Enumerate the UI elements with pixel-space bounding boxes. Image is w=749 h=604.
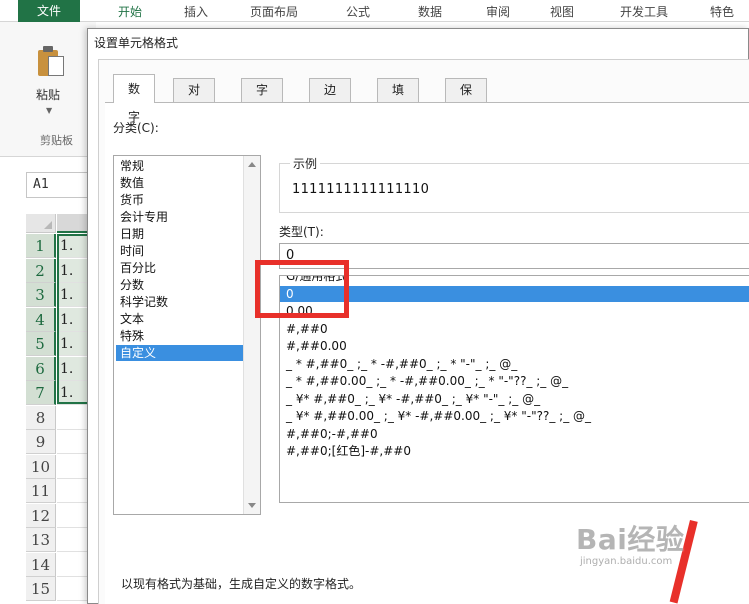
tab-font[interactable]: 字体 — [241, 78, 284, 119]
ribbon-tab-view[interactable]: 视图 — [550, 3, 574, 20]
type-format-item[interactable]: _ ¥* #,##0_ ;_ ¥* -#,##0_ ;_ ¥* "-"_ ;_ … — [280, 391, 749, 407]
ribbon-tab-review[interactable]: 审阅 — [486, 3, 510, 20]
type-input[interactable]: 0 — [279, 243, 749, 269]
ribbon-tab-home[interactable]: 开始 — [118, 3, 142, 20]
ribbon-tab-formulas[interactable]: 公式 — [346, 3, 370, 20]
tab-number[interactable]: 数字 — [113, 74, 156, 124]
watermark: Bai经验 jingyan.baidu.com — [576, 518, 736, 567]
type-label: 类型(T): — [279, 225, 324, 239]
row-header[interactable]: 10 — [26, 454, 56, 479]
row-header[interactable]: 15 — [26, 577, 56, 601]
select-all-corner[interactable] — [26, 214, 56, 233]
type-format-item[interactable]: _ ¥* #,##0.00_ ;_ ¥* -#,##0.00_ ;_ ¥* "-… — [280, 408, 749, 424]
row-header[interactable]: 4 — [26, 307, 56, 332]
category-item[interactable]: 分数 — [116, 277, 243, 293]
category-scrollbar[interactable] — [243, 156, 260, 514]
type-format-item[interactable]: #,##0 — [280, 321, 749, 337]
row-header[interactable]: 14 — [26, 552, 56, 577]
row-header[interactable]: 2 — [26, 258, 56, 283]
category-item[interactable]: 百分比 — [116, 260, 243, 276]
chevron-down-icon[interactable]: ▼ — [46, 106, 52, 115]
scroll-up-icon[interactable] — [248, 162, 256, 167]
paste-icon[interactable] — [38, 46, 66, 78]
sample-group: 示例 1111111111111110 — [279, 155, 749, 213]
row-header[interactable]: 5 — [26, 332, 56, 356]
ribbon-tab-insert[interactable]: 插入 — [184, 3, 208, 20]
category-item[interactable]: 特殊 — [116, 328, 243, 344]
category-list[interactable]: 常规 数值 货币 会计专用 日期 时间 百分比 分数 科学记数 文本 特殊 自定义 — [113, 155, 261, 515]
type-format-item[interactable]: #,##0.00 — [280, 338, 749, 354]
paste-button-label[interactable]: 粘贴 — [36, 86, 60, 103]
row-header[interactable]: 13 — [26, 528, 56, 552]
ribbon-tab-page-layout[interactable]: 页面布局 — [250, 3, 298, 20]
ribbon-tab-developer[interactable]: 开发工具 — [620, 3, 668, 20]
row-header[interactable]: 9 — [26, 430, 56, 454]
type-format-item[interactable]: #,##0;[红色]-#,##0 — [280, 443, 749, 459]
row-header[interactable]: 1 — [26, 234, 56, 258]
watermark-url: jingyan.baidu.com — [580, 556, 673, 567]
type-format-list[interactable]: G/通用格式 0 0.00 #,##0 #,##0.00 _ * #,##0_ ;_ * … — [279, 275, 749, 503]
category-item[interactable]: 自定义 — [116, 345, 243, 361]
type-format-item[interactable]: #,##0;-#,##0 — [280, 426, 749, 442]
ribbon-tab-special[interactable]: 特色 — [710, 3, 734, 20]
ribbon-body: 粘贴 ▼ 剪贴板 — [0, 22, 96, 157]
watermark-logo: Bai经验 — [576, 523, 685, 556]
tab-fill[interactable]: 填充 — [377, 78, 420, 119]
name-box[interactable]: A1 — [26, 172, 88, 198]
file-tab[interactable]: 文件 — [18, 0, 80, 22]
ribbon-tab-data[interactable]: 数据 — [418, 3, 442, 20]
type-format-item[interactable]: 0.00 — [280, 303, 749, 319]
category-item[interactable]: 文本 — [116, 311, 243, 327]
tab-border[interactable]: 边框 — [309, 78, 352, 119]
ribbon-tab-bar: 文件 开始 插入 页面布局 公式 数据 审阅 视图 开发工具 特色 — [0, 0, 749, 22]
type-format-item[interactable]: 0 — [280, 285, 749, 302]
row-header[interactable]: 11 — [26, 479, 56, 503]
category-item[interactable]: 科学记数 — [116, 294, 243, 310]
type-format-item[interactable]: _ * #,##0.00_ ;_ * -#,##0.00_ ;_ * "-"??… — [280, 373, 749, 389]
category-item[interactable]: 货币 — [116, 192, 243, 208]
dialog-title: 设置单元格格式 — [94, 36, 179, 50]
tab-protection[interactable]: 保护 — [445, 78, 488, 119]
sample-label: 示例 — [290, 155, 321, 172]
row-header[interactable]: 7 — [26, 381, 56, 405]
category-item[interactable]: 数值 — [116, 175, 243, 191]
row-header[interactable]: 6 — [26, 356, 56, 381]
row-header[interactable]: 8 — [26, 405, 56, 430]
row-header[interactable]: 12 — [26, 503, 56, 528]
sample-value: 1111111111111110 — [292, 182, 430, 197]
category-item[interactable]: 常规 — [116, 158, 243, 174]
row-header[interactable]: 3 — [26, 283, 56, 307]
scroll-down-icon[interactable] — [248, 503, 256, 508]
category-item[interactable]: 日期 — [116, 226, 243, 242]
type-format-item[interactable]: _ * #,##0_ ;_ * -#,##0_ ;_ * "-"_ ;_ @_ — [280, 356, 749, 372]
type-format-item[interactable]: G/通用格式 — [280, 276, 749, 284]
category-item[interactable]: 时间 — [116, 243, 243, 259]
tab-alignment[interactable]: 对齐 — [173, 78, 216, 119]
clipboard-group-label: 剪贴板 — [40, 134, 73, 147]
category-item[interactable]: 会计专用 — [116, 209, 243, 225]
format-description: 以现有格式为基础，生成自定义的数字格式。 — [121, 577, 362, 591]
